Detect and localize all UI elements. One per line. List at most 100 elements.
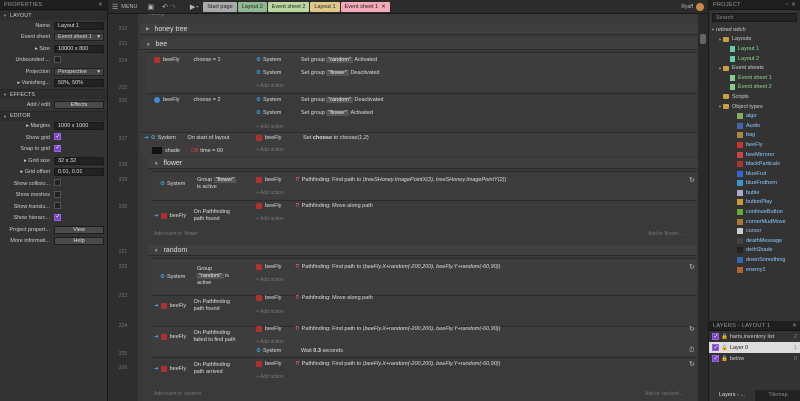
tree-item-layout-1[interactable]: Layout 1 <box>711 44 800 54</box>
condition[interactable]: shade Off time = 60 <box>152 147 223 154</box>
add-action-link[interactable]: + Add action <box>256 124 284 130</box>
tree-item-object[interactable]: blueFrut <box>711 169 800 179</box>
tree-item-object[interactable]: enemy1 <box>711 265 800 275</box>
add-action-link[interactable]: + Add action <box>256 277 284 283</box>
layer-row[interactable]: 🔒harts,inventory list2 <box>709 331 800 342</box>
action[interactable]: ⚙ System Set group "flower" Deactivated <box>256 70 379 76</box>
action[interactable]: ⚙ System Set group "flower" Activated <box>256 110 373 116</box>
effects-button[interactable]: Effects <box>54 100 104 109</box>
showmeshes-checkbox[interactable] <box>54 190 61 198</box>
condition[interactable]: ➔ beeFly On Pathfinding path arrived <box>154 362 234 376</box>
event-row[interactable] <box>146 93 697 133</box>
tree-item-event-sheet-2[interactable]: Event sheet 2 <box>711 83 800 93</box>
condition[interactable]: beeFly choose = 2 <box>154 97 221 103</box>
action[interactable]: beeFly ⇈ Pathfinding: Move along path <box>256 295 373 301</box>
section-effects[interactable]: ▼ EFFECTS <box>0 89 107 99</box>
size-input[interactable]: 10000 x 800 <box>54 44 104 53</box>
tab-layers[interactable]: Layers - ... <box>709 390 755 401</box>
tab-layout-2[interactable]: Layout 2 <box>237 1 267 12</box>
event-row[interactable] <box>152 295 697 325</box>
showgrid-checkbox[interactable] <box>54 133 61 141</box>
add-to-group-link[interactable]: Add to 'flower'... <box>648 231 683 237</box>
action[interactable]: ⚙ System Set group "random" Deactivated <box>256 97 383 103</box>
condition[interactable]: ➔ beeFly On Pathfinding failed to find pat… <box>154 330 240 344</box>
condition[interactable]: ➔ beeFly On Pathfinding path found <box>154 209 234 223</box>
margins-input[interactable]: 1000 x 1000 <box>54 122 104 131</box>
layer-row[interactable]: 🔒Layer 01 <box>709 342 800 353</box>
add-action-link[interactable]: + Add action <box>256 147 284 153</box>
event-row[interactable] <box>152 200 697 236</box>
lock-icon[interactable]: 🔒 <box>721 334 728 340</box>
collapse-triangle-icon[interactable]: ▼ <box>154 248 158 253</box>
close-icon[interactable]: ✕ <box>792 323 797 329</box>
action[interactable]: ⚙ System Set group "random" Activated <box>256 57 377 63</box>
tree-item-object[interactable]: blackParticals <box>711 159 800 169</box>
vertical-scrollbar[interactable] <box>698 14 708 401</box>
gridsize-input[interactable]: 32 x 32 <box>54 156 104 165</box>
add-event-link[interactable]: Add event to 'random' <box>154 391 202 397</box>
expand-triangle-icon[interactable]: ▶ <box>146 26 149 32</box>
tree-item-object[interactable]: buble <box>711 188 800 198</box>
tree-root[interactable]: ▼ retired witch <box>711 25 800 35</box>
tab-layout-1[interactable]: Layout 1 <box>310 1 340 12</box>
save-icon[interactable]: ▣ <box>147 3 154 11</box>
layer-visible-checkbox[interactable] <box>712 355 719 362</box>
condition[interactable]: ⚙ System Group "random" is active <box>160 266 237 287</box>
group-bee[interactable]: ▼ bee <box>140 39 697 50</box>
tab-event-sheet-2[interactable]: Event sheet 2 <box>267 1 310 12</box>
tree-item-object[interactable]: beeFly <box>711 140 800 150</box>
view-button[interactable]: View <box>54 225 104 234</box>
tree-item-object[interactable]: Audio <box>711 121 800 131</box>
showtransl-checkbox[interactable] <box>54 202 61 210</box>
help-button[interactable]: Help <box>54 237 104 246</box>
tab-event-sheet-1[interactable]: Event sheet 1 ✕ <box>340 1 390 12</box>
action[interactable]: beeFly ⇈ Pathfinding: Find path to (beeFly… <box>256 264 500 270</box>
event-row[interactable] <box>146 52 697 92</box>
close-icon[interactable]: ✕ <box>98 2 103 8</box>
tree-item-layout-2[interactable]: Layout 2 <box>711 54 800 64</box>
undo-icon[interactable]: ↶ <box>162 3 168 11</box>
group-honey-tree[interactable]: ▶ honey tree <box>140 24 697 35</box>
lock-icon[interactable]: 🔒 <box>721 345 728 351</box>
vanishing-input[interactable]: 50%, 50% <box>54 79 104 88</box>
action[interactable]: beeFly Set choose to choose(1,2) <box>256 135 369 141</box>
tree-folder-layouts[interactable]: ▼ Layouts <box>711 35 800 45</box>
action[interactable]: beeFly ⇈ Pathfinding: Move along path <box>256 203 373 209</box>
tree-folder-eventsheets[interactable]: ▼ Event sheets <box>711 63 800 73</box>
tree-folder-scripts[interactable]: Scripts <box>711 92 800 102</box>
close-icon[interactable]: ✕ <box>381 2 386 12</box>
tree-item-object[interactable]: continueButton <box>711 207 800 217</box>
group-flower[interactable]: ▼ flower <box>148 158 697 169</box>
lock-icon[interactable]: 🔒 <box>721 356 728 362</box>
tree-item-object[interactable]: buttonPlay <box>711 198 800 208</box>
collapse-triangle-icon[interactable]: ▼ <box>146 42 150 47</box>
add-event-link[interactable]: Add event to 'flower' <box>154 231 199 237</box>
add-action-link[interactable]: + Add action <box>256 83 284 89</box>
tree-item-object[interactable]: beeMirrorer <box>711 150 800 160</box>
project-search-input[interactable]: Search <box>712 13 797 22</box>
condition[interactable]: beeFly choose = 1 <box>154 57 221 63</box>
close-icon[interactable]: ✕ <box>791 2 796 8</box>
add-action-link[interactable]: + Add action <box>256 309 284 315</box>
redo-icon[interactable]: ↷ <box>170 3 176 11</box>
tree-item-object[interactable]: dethShade <box>711 246 800 256</box>
eventsheet-select[interactable]: Event sheet 1 ▾ <box>54 33 104 42</box>
tree-folder-objtypes[interactable]: ▼ Object types <box>711 102 800 112</box>
tab-start-page[interactable]: Start page <box>203 1 237 12</box>
condition[interactable]: ➔ ⚙ System On start of layout <box>144 135 229 141</box>
expand-panel-icon[interactable]: ▫ <box>786 2 788 8</box>
action[interactable]: beeFly ⇈ Pathfinding: Find path to (beeFly… <box>256 326 500 332</box>
condition[interactable]: ⚙ System Group "flower" is active <box>160 177 237 191</box>
scrollbar-thumb[interactable] <box>700 34 706 44</box>
section-editor[interactable]: ▼ EDITOR <box>0 110 107 121</box>
group-random[interactable]: ▼ random <box>148 245 697 256</box>
add-action-link[interactable]: + Add action <box>256 339 284 345</box>
add-action-link[interactable]: + Add action <box>256 190 284 196</box>
action[interactable]: ⚙ System Wait 0.3 seconds <box>256 348 343 354</box>
chevron-down-icon[interactable]: ▾ <box>196 4 198 9</box>
tree-item-object[interactable]: downSomething <box>711 255 800 265</box>
tree-item-event-sheet-1[interactable]: Event sheet 1 <box>711 73 800 83</box>
tree-item-object[interactable]: algo <box>711 111 800 121</box>
section-layout[interactable]: ▼ LAYOUT <box>0 10 107 20</box>
collapse-triangle-icon[interactable]: ▼ <box>154 161 158 166</box>
